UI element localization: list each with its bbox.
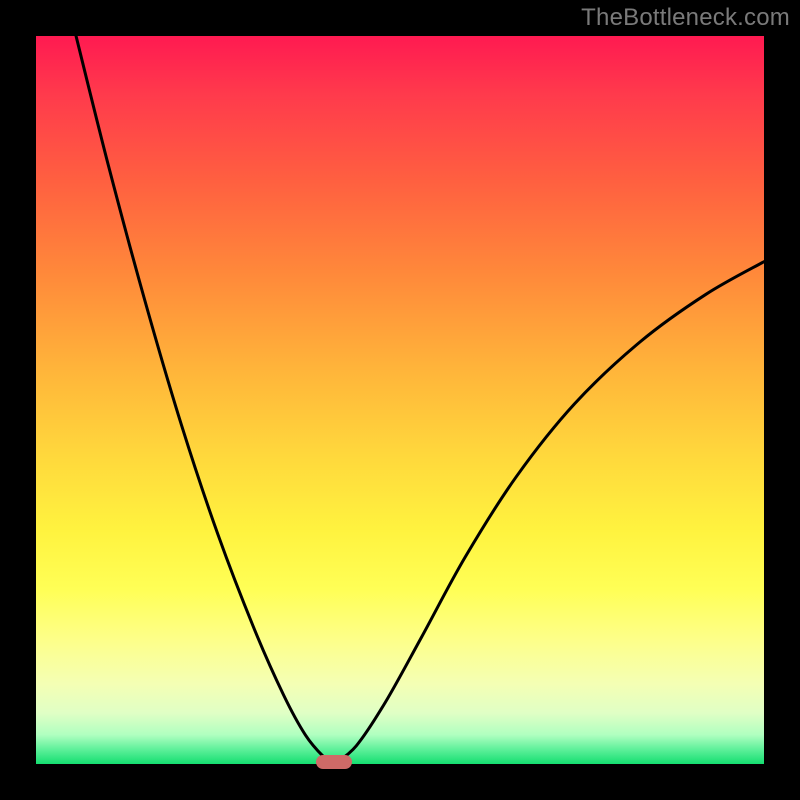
curve-right-branch bbox=[334, 262, 764, 764]
curve-left-branch bbox=[76, 36, 334, 764]
curve-svg bbox=[36, 36, 764, 764]
chart-frame: TheBottleneck.com bbox=[0, 0, 800, 800]
minimum-marker bbox=[316, 755, 352, 769]
plot-area bbox=[36, 36, 764, 764]
watermark-text: TheBottleneck.com bbox=[581, 4, 790, 32]
